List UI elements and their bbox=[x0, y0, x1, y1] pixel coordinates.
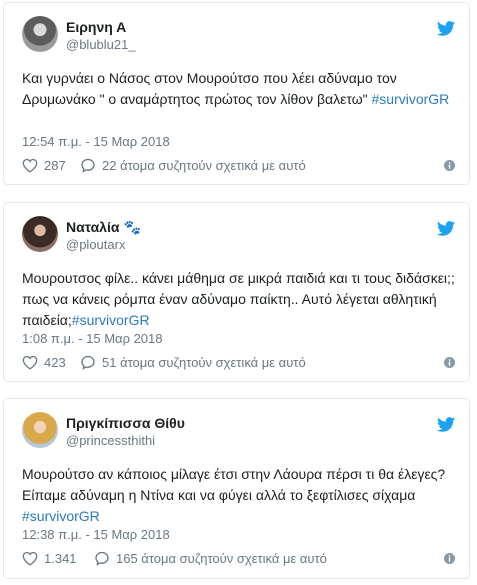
hashtag-link[interactable]: #survivorGR bbox=[22, 508, 100, 524]
hashtag-link[interactable]: #survivorGR bbox=[72, 312, 150, 328]
author-name[interactable]: Ειρηνη Α bbox=[66, 19, 126, 35]
avatar[interactable] bbox=[22, 412, 58, 448]
info-icon[interactable] bbox=[444, 357, 455, 368]
conversation-button[interactable]: 165 άτομα συζητούν σχετικά με αυτό bbox=[94, 551, 327, 566]
tweet-card: Πριγκίπισσα Θίθυ @princessthithi Μουρούτ… bbox=[3, 398, 470, 579]
heart-icon bbox=[22, 355, 38, 370]
tweet-actions: 1.341 165 άτομα συζητούν σχετικά με αυτό bbox=[22, 551, 455, 569]
heart-icon bbox=[22, 551, 38, 566]
twitter-bird-icon[interactable] bbox=[437, 221, 455, 236]
twitter-bird-icon[interactable] bbox=[437, 21, 455, 36]
conversation-button[interactable]: 51 άτομα συζητούν σχετικά με αυτό bbox=[80, 355, 306, 370]
conversation-button[interactable]: 22 άτομα συζητούν σχετικά με αυτό bbox=[80, 158, 306, 173]
author-name[interactable]: Ναταλία 🐾 bbox=[66, 219, 141, 235]
tweet-text: Μουρούτσο αν κάποιος μίλαγε έτσι στην Λά… bbox=[22, 464, 455, 527]
tweet-text-body: Και γυρνάει ο Νάσος στον Μουρούτσο που λ… bbox=[22, 70, 397, 107]
tweet-text: Μουρουτσος φίλε.. κάνει μάθημα σε μικρά … bbox=[22, 268, 455, 331]
tweet-card: Ναταλία 🐾 @ploutarx Μουρουτσος φίλε.. κάν… bbox=[3, 202, 470, 382]
info-icon[interactable] bbox=[444, 160, 455, 171]
tweet-actions: 423 51 άτομα συζητούν σχετικά με αυτό bbox=[22, 355, 455, 373]
tweet-actions: 287 22 άτομα συζητούν σχετικά με αυτό bbox=[22, 158, 455, 176]
like-button[interactable]: 423 bbox=[22, 355, 66, 370]
like-count: 287 bbox=[44, 158, 66, 173]
speech-bubble-icon bbox=[81, 355, 95, 370]
like-button[interactable]: 1.341 bbox=[22, 551, 77, 566]
author-handle[interactable]: @blublu21_ bbox=[66, 37, 136, 53]
conversation-count: 51 άτομα συζητούν σχετικά με αυτό bbox=[102, 355, 306, 370]
like-count: 423 bbox=[44, 355, 66, 370]
speech-bubble-icon bbox=[81, 158, 95, 173]
tweet-text-body: Μουρούτσο αν κάποιος μίλαγε έτσι στην Λά… bbox=[22, 466, 446, 503]
heart-icon bbox=[22, 158, 38, 173]
twitter-bird-icon[interactable] bbox=[437, 417, 455, 432]
author-handle[interactable]: @princessthithi bbox=[66, 433, 155, 449]
tweet-date[interactable]: 12:38 π.μ. - 15 Μαρ 2018 bbox=[22, 527, 170, 543]
author-name[interactable]: Πριγκίπισσα Θίθυ bbox=[66, 415, 185, 431]
tweet-date[interactable]: 1:08 π.μ. - 15 Μαρ 2018 bbox=[22, 331, 163, 347]
tweet-card: Ειρηνη Α @blublu21_ Και γυρνάει ο Νάσος … bbox=[3, 2, 470, 185]
hashtag-link[interactable]: #survivorGR bbox=[372, 91, 450, 107]
conversation-count: 22 άτομα συζητούν σχετικά με αυτό bbox=[102, 158, 306, 173]
author-handle[interactable]: @ploutarx bbox=[66, 237, 125, 253]
paw-prints-emoji: 🐾 bbox=[123, 219, 141, 235]
author-name-text: Πριγκίπισσα Θίθυ bbox=[66, 415, 185, 431]
avatar[interactable] bbox=[22, 16, 58, 52]
author-name-text: Ναταλία bbox=[66, 219, 120, 235]
info-icon[interactable] bbox=[444, 553, 455, 564]
like-button[interactable]: 287 bbox=[22, 158, 66, 173]
speech-bubble-icon bbox=[95, 551, 109, 566]
tweet-text: Και γυρνάει ο Νάσος στον Μουρούτσο που λ… bbox=[22, 68, 455, 110]
author-name-text: Ειρηνη Α bbox=[66, 19, 127, 35]
avatar[interactable] bbox=[22, 216, 58, 252]
like-count: 1.341 bbox=[44, 551, 77, 566]
conversation-count: 165 άτομα συζητούν σχετικά με αυτό bbox=[116, 551, 327, 566]
tweet-date[interactable]: 12:54 π.μ. - 15 Μαρ 2018 bbox=[22, 134, 170, 150]
